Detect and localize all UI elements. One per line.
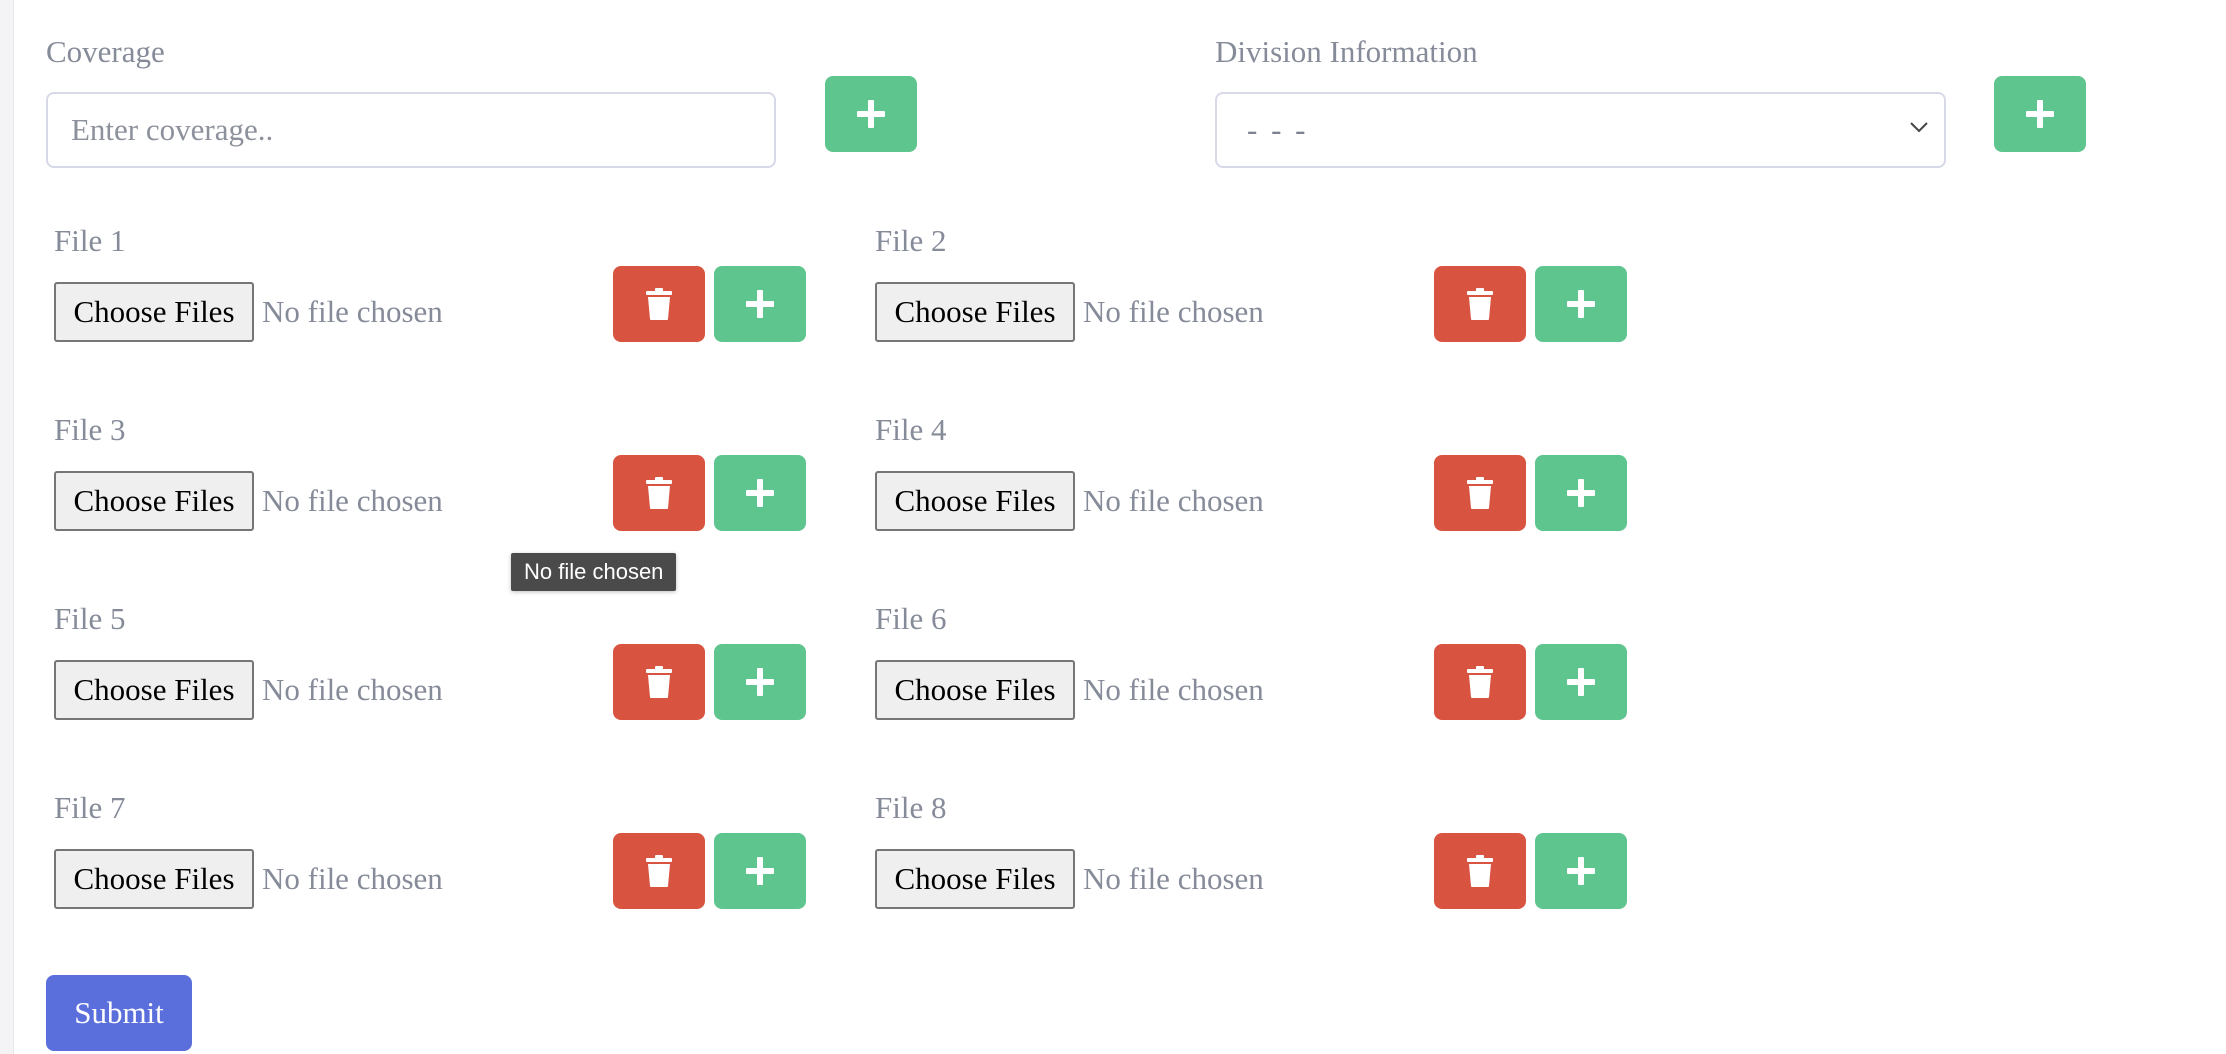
trash-icon	[1467, 477, 1493, 509]
add-file-button[interactable]	[1535, 644, 1627, 720]
file-input[interactable]: Choose Files No file chosen	[875, 471, 1264, 531]
trash-icon	[646, 666, 672, 698]
add-division-button[interactable]	[1994, 76, 2086, 152]
trash-icon	[1467, 855, 1493, 887]
add-file-button[interactable]	[1535, 833, 1627, 909]
file-input[interactable]: Choose Files No file chosen	[875, 282, 1264, 342]
file-label: File 1	[54, 223, 126, 258]
choose-files-button[interactable]: Choose Files	[54, 282, 254, 342]
choose-files-button[interactable]: Choose Files	[875, 660, 1075, 720]
division-selected-value: - - -	[1247, 112, 1309, 147]
add-file-button[interactable]	[714, 455, 806, 531]
file-status: No file chosen	[262, 861, 443, 896]
file-label: File 5	[54, 601, 126, 636]
file-label: File 6	[875, 601, 947, 636]
choose-files-button[interactable]: Choose Files	[875, 849, 1075, 909]
plus-icon	[1567, 479, 1595, 507]
file-status: No file chosen	[1083, 861, 1264, 896]
left-border	[0, 0, 14, 1054]
delete-file-button[interactable]	[613, 833, 705, 909]
file-status: No file chosen	[1083, 672, 1264, 707]
choose-files-button[interactable]: Choose Files	[875, 471, 1075, 531]
division-label: Division Information	[1215, 34, 1478, 69]
add-file-button[interactable]	[1535, 455, 1627, 531]
coverage-input[interactable]	[46, 92, 776, 168]
file-status: No file chosen	[262, 294, 443, 329]
file-label: File 4	[875, 412, 947, 447]
delete-file-button[interactable]	[613, 644, 705, 720]
delete-file-button[interactable]	[613, 266, 705, 342]
delete-file-button[interactable]	[1434, 833, 1526, 909]
plus-icon	[1567, 857, 1595, 885]
plus-icon	[857, 100, 885, 128]
delete-file-button[interactable]	[1434, 266, 1526, 342]
trash-icon	[1467, 288, 1493, 320]
add-file-button[interactable]	[714, 266, 806, 342]
plus-icon	[2026, 100, 2054, 128]
add-file-button[interactable]	[714, 833, 806, 909]
submit-button[interactable]: Submit	[46, 975, 192, 1051]
division-select[interactable]: - - -	[1215, 92, 1946, 168]
chevron-down-icon	[1910, 122, 1928, 133]
add-file-button[interactable]	[714, 644, 806, 720]
choose-files-button[interactable]: Choose Files	[54, 849, 254, 909]
file-label: File 7	[54, 790, 126, 825]
file-input[interactable]: Choose Files No file chosen	[54, 849, 443, 909]
add-file-button[interactable]	[1535, 266, 1627, 342]
file-status: No file chosen	[1083, 483, 1264, 518]
plus-icon	[746, 479, 774, 507]
plus-icon	[1567, 668, 1595, 696]
file-input[interactable]: Choose Files No file chosen	[875, 660, 1264, 720]
coverage-label: Coverage	[46, 34, 165, 69]
delete-file-button[interactable]	[1434, 455, 1526, 531]
add-coverage-button[interactable]	[825, 76, 917, 152]
plus-icon	[746, 668, 774, 696]
plus-icon	[746, 857, 774, 885]
trash-icon	[1467, 666, 1493, 698]
file-label: File 3	[54, 412, 126, 447]
file-input[interactable]: Choose Files No file chosen	[54, 471, 443, 531]
file-input[interactable]: Choose Files No file chosen	[54, 660, 443, 720]
file-tooltip: No file chosen	[511, 553, 677, 591]
trash-icon	[646, 855, 672, 887]
file-status: No file chosen	[262, 672, 443, 707]
file-input[interactable]: Choose Files No file chosen	[875, 849, 1264, 909]
choose-files-button[interactable]: Choose Files	[54, 660, 254, 720]
choose-files-button[interactable]: Choose Files	[54, 471, 254, 531]
trash-icon	[646, 288, 672, 320]
file-input[interactable]: Choose Files No file chosen	[54, 282, 443, 342]
trash-icon	[646, 477, 672, 509]
file-label: File 2	[875, 223, 947, 258]
file-status: No file chosen	[1083, 294, 1264, 329]
file-label: File 8	[875, 790, 947, 825]
file-status: No file chosen	[262, 483, 443, 518]
plus-icon	[1567, 290, 1595, 318]
delete-file-button[interactable]	[613, 455, 705, 531]
plus-icon	[746, 290, 774, 318]
delete-file-button[interactable]	[1434, 644, 1526, 720]
choose-files-button[interactable]: Choose Files	[875, 282, 1075, 342]
